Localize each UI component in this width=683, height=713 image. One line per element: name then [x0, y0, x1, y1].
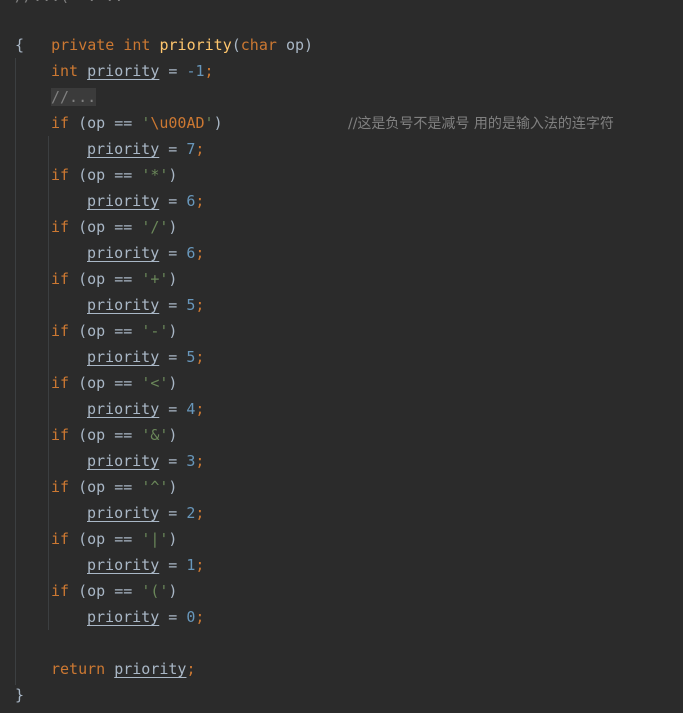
decl-type: int	[51, 62, 79, 80]
decl-semicolon: ;	[204, 62, 214, 80]
folded-comment-line[interactable]: //...	[51, 84, 97, 110]
return-type-keyword: int	[123, 36, 151, 54]
if-line-1[interactable]: if (op == '*')	[51, 162, 177, 188]
if-line-8[interactable]: if (op == '|')	[51, 526, 177, 552]
assign-line-0[interactable]: priority = 7;	[87, 136, 204, 162]
decl-value: -1	[186, 62, 205, 80]
return-line[interactable]: return priority;	[51, 656, 196, 682]
method-signature-line[interactable]: private int priority(char op)	[15, 6, 313, 54]
assign-var: priority	[87, 140, 160, 158]
decl-op: =	[159, 62, 187, 80]
if-line-2[interactable]: if (op == '/')	[51, 214, 177, 240]
char-literal: <	[150, 374, 160, 392]
if-line-4[interactable]: if (op == '-')	[51, 318, 177, 344]
if-line-7[interactable]: if (op == '^')	[51, 474, 177, 500]
assign-line-8[interactable]: priority = 1;	[87, 552, 204, 578]
char-literal: (	[150, 582, 160, 600]
assign-line-9[interactable]: priority = 0;	[87, 604, 204, 630]
char-literal: -	[150, 322, 160, 340]
modifier-keyword: private	[51, 36, 115, 54]
char-literal-quote-close: '	[204, 114, 214, 132]
if-line-3[interactable]: if (op == '+')	[51, 266, 177, 292]
return-keyword: return	[51, 660, 106, 678]
char-literal-quote-open: '	[141, 114, 151, 132]
inline-comment: //这是负号不是减号 用的是输入法的连字符	[348, 116, 614, 132]
decl-var: priority	[87, 62, 160, 80]
assign-line-4[interactable]: priority = 5;	[87, 344, 204, 370]
if-keyword: if	[51, 114, 70, 132]
code-editor[interactable]: //...( . .. private int priority(char op…	[0, 0, 683, 713]
char-literal: +	[150, 270, 160, 288]
close-brace: }	[15, 686, 25, 704]
indent-guide-outer	[15, 58, 16, 685]
return-var: priority	[114, 660, 187, 678]
assign-line-3[interactable]: priority = 5;	[87, 292, 204, 318]
close-brace-line[interactable]: }	[15, 682, 24, 708]
cond-prefix: (op ==	[69, 114, 142, 132]
if-line-9[interactable]: if (op == '(')	[51, 578, 177, 604]
char-literal: /	[150, 218, 160, 236]
param-name: op	[285, 36, 304, 54]
if-line-0[interactable]: if (op == '\u00AD')	[51, 110, 223, 136]
assign-line-6[interactable]: priority = 3;	[87, 448, 204, 474]
char-literal: ^	[150, 478, 160, 496]
declaration-line[interactable]: int priority = -1;	[51, 58, 214, 84]
method-name: priority	[159, 36, 232, 54]
char-literal: *	[150, 166, 160, 184]
char-literal: |	[150, 530, 160, 548]
if-line-6[interactable]: if (op == '&')	[51, 422, 177, 448]
char-literal: &	[150, 426, 160, 444]
param-type-keyword: char	[240, 36, 277, 54]
open-brace-line[interactable]: {	[15, 32, 24, 58]
escape-sequence: \u00AD	[150, 114, 205, 132]
assign-line-7[interactable]: priority = 2;	[87, 500, 204, 526]
folded-block[interactable]: //...	[51, 88, 97, 106]
open-brace: {	[15, 36, 25, 54]
assign-line-1[interactable]: priority = 6;	[87, 188, 204, 214]
assign-line-5[interactable]: priority = 4;	[87, 396, 204, 422]
indent-guide-inner	[48, 136, 49, 630]
if-line-5[interactable]: if (op == '<')	[51, 370, 177, 396]
assign-line-2[interactable]: priority = 6;	[87, 240, 204, 266]
